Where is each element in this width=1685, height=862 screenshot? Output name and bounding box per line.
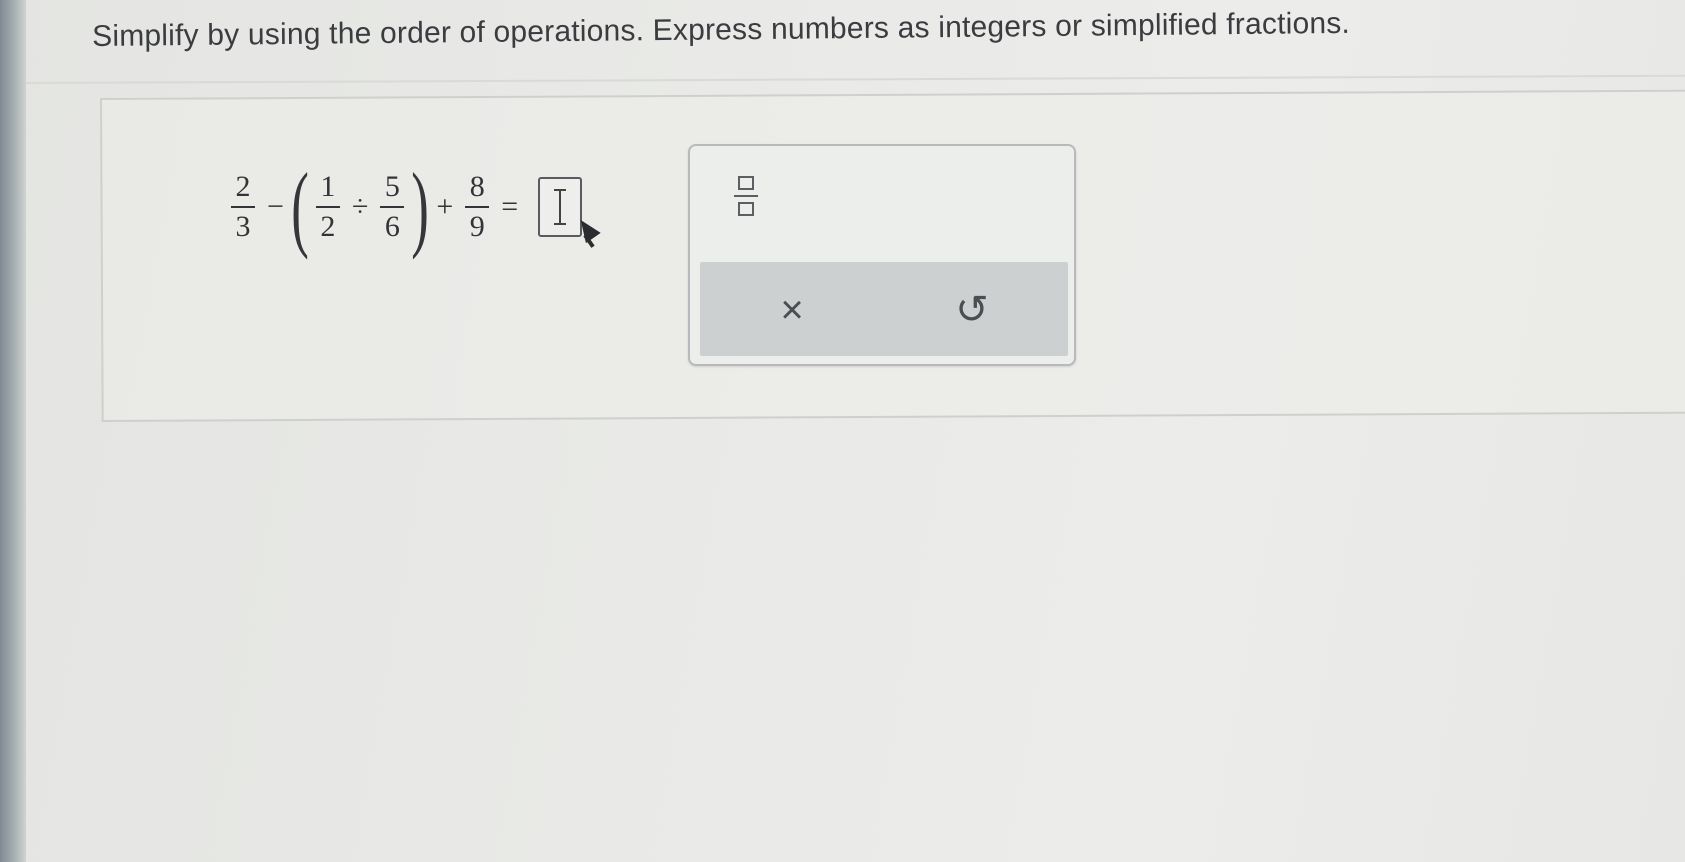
minus-operator: − <box>267 190 284 223</box>
question-instruction: Simplify by using the order of operation… <box>92 6 1351 53</box>
clear-button[interactable]: × <box>762 280 822 340</box>
screen-bezel <box>0 0 26 862</box>
numerator-slot-icon <box>738 176 754 190</box>
text-cursor-icon <box>554 189 567 225</box>
math-expression: 2 3 − ( 1 2 ÷ 5 6 ) + 8 9 = <box>225 152 583 262</box>
close-parenthesis: ) <box>411 153 430 260</box>
header-divider <box>26 74 1685 84</box>
numerator: 5 <box>384 170 400 203</box>
fraction-five-sixths: 5 6 <box>380 170 405 244</box>
divide-operator: ÷ <box>351 190 369 223</box>
numerator: 2 <box>235 170 251 203</box>
plus-operator: + <box>436 190 454 223</box>
open-parenthesis: ( <box>291 153 309 260</box>
denominator: 3 <box>235 210 251 243</box>
undo-button[interactable]: ↺ <box>942 280 1002 340</box>
fraction-template-icon[interactable] <box>734 176 760 224</box>
denominator: 2 <box>320 210 336 243</box>
denominator-slot-icon <box>738 202 754 216</box>
equals-sign: = <box>501 190 519 223</box>
fraction-one-half: 1 2 <box>315 170 340 244</box>
denominator: 9 <box>469 210 485 243</box>
fraction-bar <box>380 206 405 208</box>
fraction-two-thirds: 2 3 <box>231 170 255 244</box>
fraction-bar <box>315 206 340 208</box>
denominator: 6 <box>384 210 400 243</box>
palette-action-bar: × ↺ <box>700 262 1068 356</box>
math-palette: × ↺ <box>688 144 1076 366</box>
numerator: 1 <box>320 170 336 203</box>
fraction-bar <box>231 206 255 208</box>
fraction-eight-ninths: 8 9 <box>465 170 490 244</box>
fraction-bar <box>465 206 490 208</box>
fraction-line-icon <box>734 195 758 197</box>
numerator: 8 <box>469 170 485 203</box>
